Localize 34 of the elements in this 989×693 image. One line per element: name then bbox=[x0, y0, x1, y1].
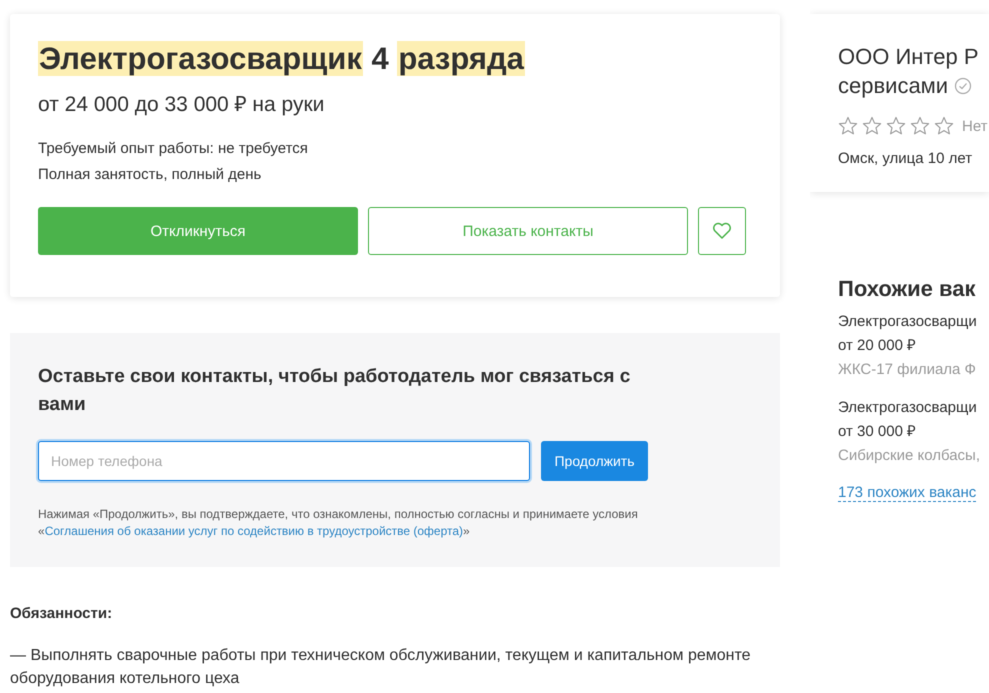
salary-text: от 30 000 ₽ bbox=[838, 422, 918, 442]
section-heading: Похожие вак bbox=[838, 276, 976, 302]
star-icon bbox=[838, 116, 858, 136]
favorite-button[interactable] bbox=[698, 207, 746, 255]
section-heading: Обязанности: bbox=[10, 605, 114, 622]
star-icon bbox=[934, 116, 954, 136]
continue-button[interactable]: Продолжить bbox=[541, 441, 648, 481]
address-text: Омск, улица 10 лет bbox=[838, 150, 974, 167]
company-text: Сибирские колбасы, bbox=[838, 446, 982, 466]
vacancy-title: Электрогазосварщик bbox=[38, 41, 363, 76]
star-icon bbox=[886, 116, 906, 136]
employer-name[interactable]: сервисами bbox=[838, 71, 948, 100]
detail-text: Требуемый опыт работы: не требуется bbox=[38, 139, 309, 159]
company-text: ЖКС-17 филиала Ф bbox=[838, 360, 977, 380]
form-heading: Оставьте свои контакты, чтобы работодатель мог связаться с вами bbox=[38, 365, 632, 417]
more-vacancies-link[interactable]: 173 похожих ваканс bbox=[838, 484, 976, 502]
vacancy-title: 4 bbox=[372, 41, 389, 76]
reviews-text: Нет bbox=[962, 118, 988, 134]
vacancy-title: разряда bbox=[397, 41, 525, 76]
salary-text: от 20 000 ₽ bbox=[838, 336, 918, 356]
employer-name[interactable]: ООО Интер Р bbox=[838, 42, 978, 71]
duty-text: — Выполнять сварочные работы при техническом обслуживании, текущем и капитальном ремонте оборудования котельного цеха bbox=[10, 646, 752, 689]
terms-link[interactable]: Соглашения об оказании услуг по содействию в трудоустройстве (оферта) bbox=[44, 524, 464, 538]
phone-field[interactable]: Номер телефона bbox=[38, 441, 530, 481]
heart-icon bbox=[712, 222, 732, 240]
detail-text: Полная занятость, полный день bbox=[38, 165, 262, 185]
vacancy-link[interactable]: Электрогазосварщи bbox=[838, 396, 989, 420]
vacancy-link[interactable]: Электрогазосварщи bbox=[838, 310, 989, 334]
star-icon bbox=[910, 116, 930, 136]
show-contacts-button[interactable]: Показать контакты bbox=[368, 207, 688, 255]
salary-text: от 24 000 до 33 000 ₽ на руки bbox=[38, 92, 326, 117]
respond-button[interactable]: Откликнуться bbox=[38, 207, 358, 255]
terms-text: Нажимая «Продолжить», вы подтверждаете, что ознакомлены, полностью согласны и принимаете условия «Соглашения об оказании услуг по содействию в трудоустройстве (оферта)» bbox=[38, 506, 639, 540]
star-icon bbox=[862, 116, 882, 136]
